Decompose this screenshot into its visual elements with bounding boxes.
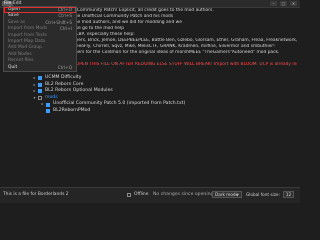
tree-row[interactable]: BL2RebornPMod — [32, 108, 272, 115]
tree-checkbox[interactable] — [38, 76, 42, 81]
file-menu-item-label: Add Nodes — [8, 51, 32, 57]
status-bar: This is a file for Borderlands 2 Offline… — [0, 187, 300, 203]
file-menu-item-label: Add Mod Group — [8, 45, 42, 51]
file-menu-item[interactable]: Quit Ctrl+Q — [4, 65, 76, 71]
file-menu-item-shortcut: Ctrl+Q — [57, 64, 72, 70]
chevron-right-icon[interactable]: ▸ — [40, 101, 45, 108]
file-game-status: This is a file for Borderlands 2 — [3, 192, 69, 197]
file-menu-item-label: Open — [8, 7, 20, 12]
tree-row-label: UCMM Difficulty — [45, 75, 82, 80]
close-icon[interactable]: ✕ — [290, 1, 297, 6]
file-menu-item-label: Import from Mods — [8, 26, 48, 32]
mod-tree: ▸ UCMM Difficulty ▸ BL2 Reborn Core ▸ BL2 Reb… — [32, 75, 272, 115]
chevron-down-icon[interactable]: ▾ — [32, 95, 37, 102]
file-dropdown-menu: Open Ctrl+O Save Ctrl+S Save as Ctrl+Shift+S I… — [3, 6, 77, 72]
offline-toggle[interactable]: Offline — [127, 192, 148, 197]
tree-row[interactable]: ▸ Unofficial Community Patch 5.0 (importe… — [32, 101, 272, 108]
tree-checkbox[interactable] — [46, 102, 50, 107]
mod-description: F Community Patch! Explicit, all credit … — [73, 8, 297, 68]
chevron-right-icon[interactable]: ▸ — [32, 75, 37, 82]
theme-select[interactable]: Dark mode ▼ — [212, 191, 242, 198]
font-size-input[interactable]: 12 — [283, 191, 294, 198]
maximize-icon[interactable]: □ — [280, 1, 287, 6]
tree-row-label: BL2 Reborn Optional Modules — [45, 88, 113, 94]
file-menu-item-label: Save — [8, 13, 19, 19]
font-size-label: Global font size: — [246, 192, 280, 197]
tree-checkbox[interactable] — [38, 82, 42, 87]
file-menu-item-label: Save as — [8, 19, 26, 25]
tree-row-label: Unofficial Community Patch 5.0 (imported… — [53, 101, 186, 107]
description-line: thers for the Coldman for the original i… — [73, 50, 280, 55]
file-menu-item-label: Quit — [8, 64, 18, 70]
description-line: . OPEN THIS FILE ON AFTER REDOING ELSE S… — [73, 62, 297, 67]
tree-checkbox[interactable] — [38, 96, 42, 101]
window-controls: – □ ✕ — [270, 1, 297, 6]
file-menu-item-label: Recent files — [8, 58, 34, 64]
chevron-right-icon[interactable]: ▸ — [32, 88, 37, 95]
tree-row[interactable]: ▸ UCMM Difficulty — [32, 75, 272, 82]
file-menu-item-label: Import from Texts — [8, 32, 47, 38]
offline-label: Offline — [134, 192, 149, 197]
tree-row-label: BL2RebornPMod — [53, 107, 91, 113]
minimize-icon[interactable]: – — [270, 1, 277, 6]
theme-select-value: Dark mode — [215, 192, 239, 197]
file-menu-item-label: Import Map Data — [8, 38, 46, 44]
chevron-right-icon[interactable]: ▸ — [32, 82, 37, 89]
tree-checkbox[interactable] — [38, 89, 42, 94]
tree-row[interactable]: ▸ BL2 Reborn Optional Modules — [32, 88, 272, 95]
offline-checkbox[interactable] — [127, 192, 131, 197]
chevron-down-icon: ▼ — [236, 193, 239, 197]
tree-checkbox[interactable] — [46, 109, 50, 114]
